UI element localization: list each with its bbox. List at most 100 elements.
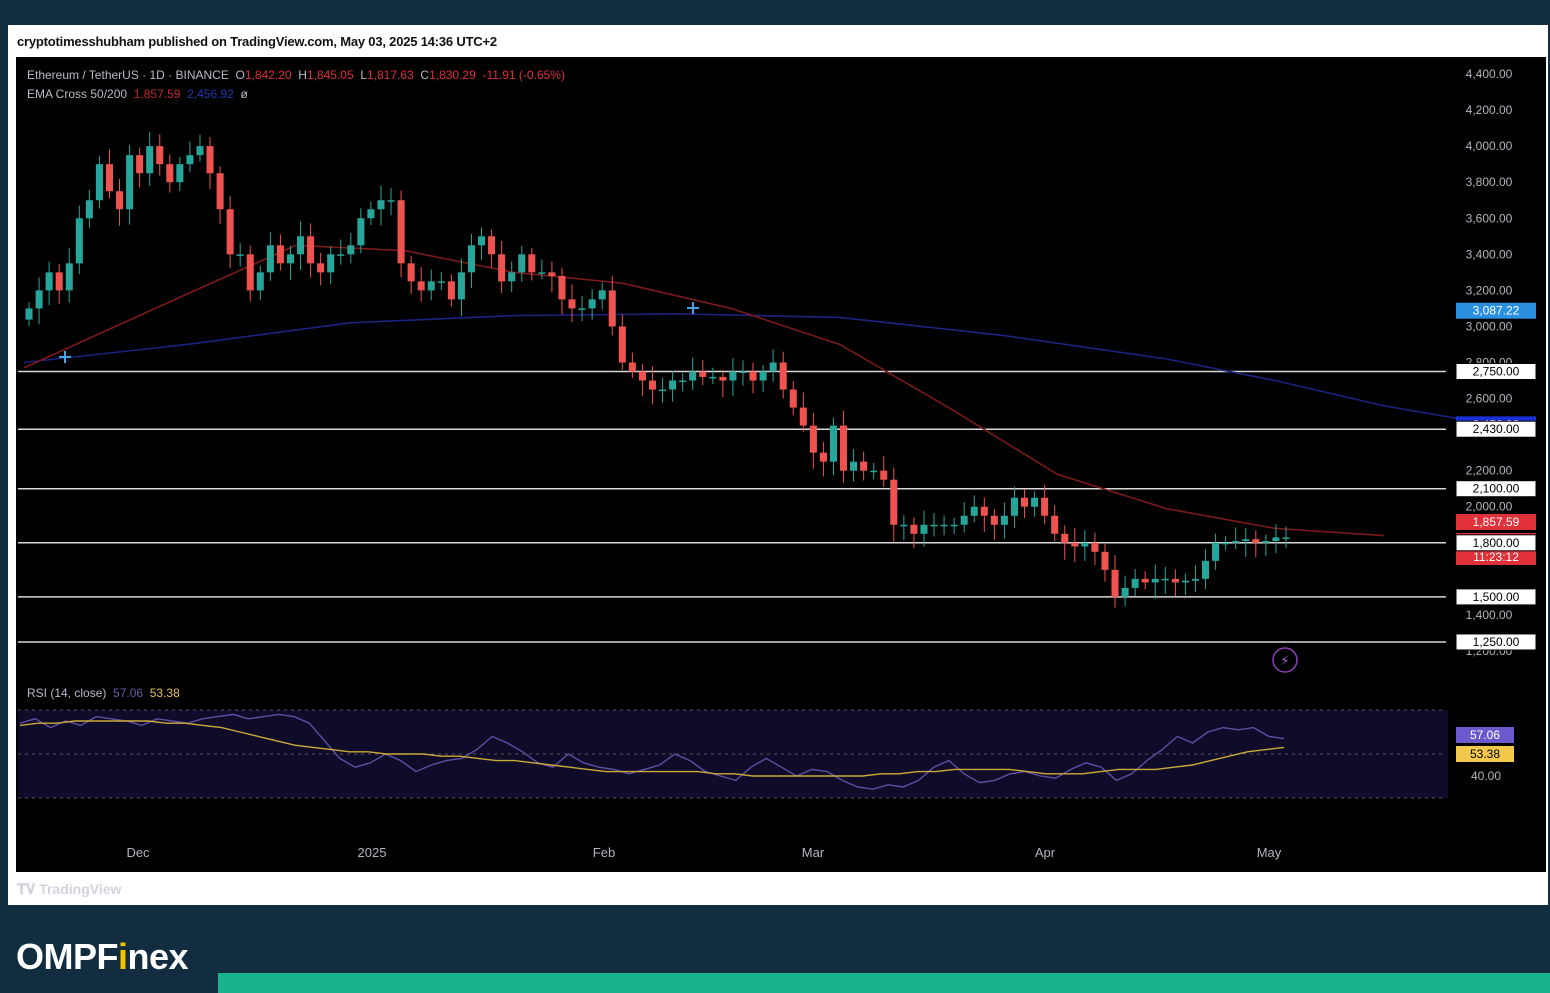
rsi-badge-label: 57.06 — [1470, 728, 1500, 742]
rsi-legend: RSI (14, close) 57.06 53.38 — [27, 686, 180, 700]
candle-body — [588, 299, 596, 309]
candle-body — [638, 371, 646, 381]
rsi-badge: 53.38 — [1456, 746, 1514, 762]
candle-body — [367, 209, 375, 219]
candle-body — [1031, 497, 1039, 507]
chart-legend: Ethereum / TetherUS · 1D · BINANCE O1,84… — [27, 66, 565, 104]
rsi-badge-label: 53.38 — [1470, 747, 1500, 761]
cross-marker-icon — [59, 351, 71, 363]
price-badge: 1,857.59 — [1456, 514, 1536, 530]
candle-body — [1061, 533, 1069, 543]
candle-body — [900, 524, 908, 527]
candle-body — [930, 524, 938, 527]
candle-body — [980, 506, 988, 516]
rsi-ma-value: 53.38 — [149, 686, 180, 700]
candle-body — [75, 218, 83, 264]
candle-body — [669, 380, 677, 390]
candle-body — [648, 380, 656, 390]
brand-main: OMPF — [16, 936, 119, 977]
lightning-glyph: ⚡ — [1280, 653, 1289, 668]
candle-body — [689, 371, 697, 381]
candle-body — [45, 272, 53, 291]
candle-body — [870, 470, 878, 473]
y-tick-label: 4,200.00 — [1466, 103, 1513, 117]
candle-body — [488, 236, 496, 255]
candle-body — [156, 146, 164, 165]
candle-body — [578, 308, 586, 310]
candle-body — [729, 371, 737, 381]
candle-body — [1151, 578, 1159, 583]
published-line: cryptotimesshubham published on TradingV… — [17, 34, 497, 49]
y-tick-label: 3,800.00 — [1466, 175, 1513, 189]
candle-body — [548, 272, 556, 276]
candle-body — [317, 263, 325, 273]
candle-body — [1010, 497, 1018, 516]
y-tick-label: 3,000.00 — [1466, 319, 1513, 333]
candle-body — [719, 376, 727, 381]
price-badge: 11:23:12 — [1456, 549, 1536, 565]
candle-body — [1262, 541, 1270, 543]
chart-area[interactable]: 4,400.00 4,200.00 4,000.00 3,800.00 3,600.00… — [16, 57, 1546, 872]
x-tick-label: 2025 — [358, 845, 387, 860]
candle-body — [1131, 578, 1139, 588]
candle-body — [457, 272, 465, 300]
candle-body — [508, 272, 516, 282]
x-tick-label: Apr — [1035, 845, 1056, 860]
indicator-legend-row: EMA Cross 50/200 1,857.59 2,456.92 ø — [27, 85, 565, 104]
candle-body — [679, 380, 687, 383]
candle-body — [528, 254, 536, 273]
indicator-suffix: ø — [240, 87, 248, 101]
candle-body — [518, 254, 526, 273]
candle-body — [880, 470, 888, 480]
x-tick-label: Dec — [126, 845, 150, 860]
candle-body — [146, 146, 154, 174]
candle-body — [769, 362, 777, 372]
y-tick-label: 3,200.00 — [1466, 283, 1513, 297]
candle-body — [558, 275, 566, 300]
y-tick-label: 2,600.00 — [1466, 392, 1513, 406]
candle-body — [608, 290, 616, 327]
price-badge: 3,087.22 — [1456, 302, 1536, 319]
candle-body — [1222, 542, 1230, 545]
x-tick-label: Feb — [593, 845, 615, 860]
candle-body — [1181, 580, 1189, 583]
cross-marker-icon — [687, 302, 699, 314]
candle-body — [990, 515, 998, 525]
candle-body — [65, 263, 73, 291]
price-chart[interactable]: 4,400.00 4,200.00 4,000.00 3,800.00 3,600.00… — [16, 57, 1546, 872]
brand-logo: OMPFinex — [16, 936, 189, 978]
candle-body — [35, 290, 43, 309]
candle-body — [357, 218, 365, 246]
candle-body — [1091, 542, 1099, 552]
price-badge-label: 2,100.00 — [1473, 482, 1520, 496]
price-badge-label: 11:23:12 — [1473, 550, 1519, 564]
tradingview-icon: 𝐓𝐕 — [17, 881, 36, 897]
close-value: 1,830.29 — [429, 68, 476, 82]
candle-body — [397, 200, 405, 264]
candle-body — [618, 326, 626, 363]
candle-body — [809, 425, 817, 453]
candle-body — [126, 155, 134, 210]
candle-body — [407, 263, 415, 282]
price-badge: 1,250.00 — [1455, 633, 1537, 651]
candle-body — [55, 272, 63, 291]
ema-fast-value: 1,857.59 — [133, 87, 181, 101]
candle-body — [467, 245, 475, 273]
candle-body — [819, 452, 827, 462]
candle-body — [417, 281, 425, 291]
candle-body — [739, 371, 747, 374]
candle-body — [266, 245, 274, 273]
candle-body — [840, 425, 848, 471]
open-value: 1,842.20 — [244, 68, 292, 82]
candle-body — [176, 164, 184, 183]
tradingview-logo: 𝐓𝐕 TradingView — [17, 881, 121, 898]
candle-body — [699, 371, 707, 377]
brand-end: nex — [127, 936, 189, 977]
y-tick-label: 3,400.00 — [1466, 247, 1513, 261]
candle-body — [960, 515, 968, 525]
y-tick-label: 2,200.00 — [1466, 464, 1513, 478]
candle-body — [568, 299, 576, 309]
price-badge-label: 2,430.00 — [1473, 422, 1520, 436]
candle-body — [628, 362, 636, 372]
candle-body — [286, 254, 294, 264]
